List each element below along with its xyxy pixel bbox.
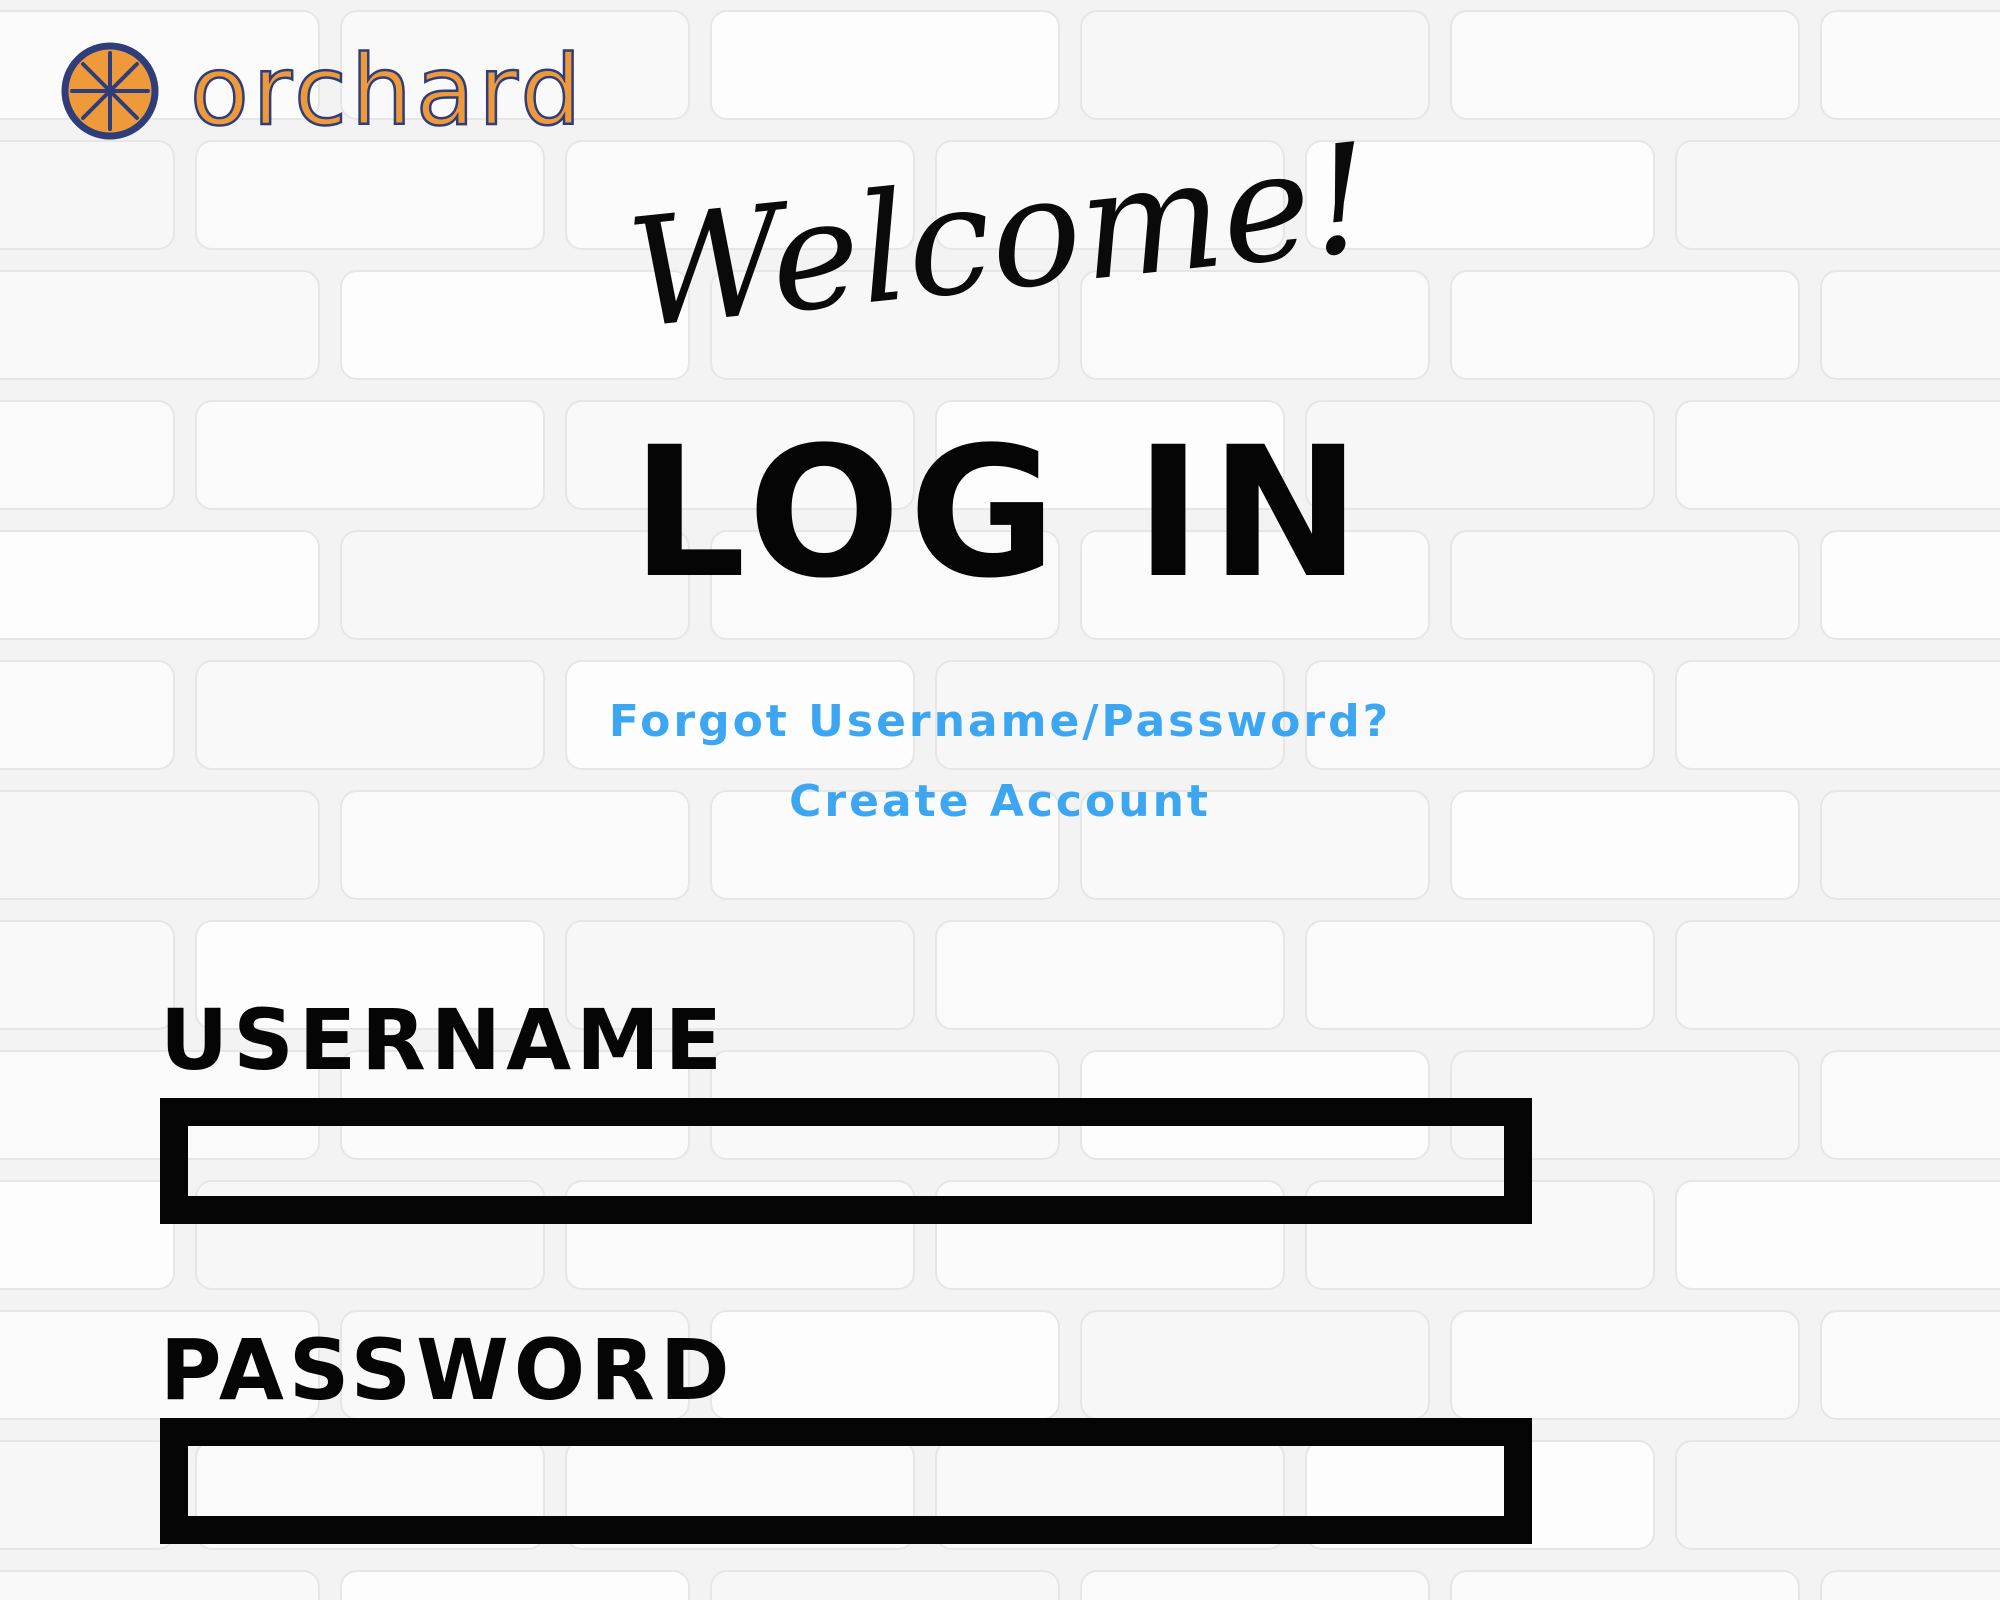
orchard-logo: orchard (60, 36, 585, 146)
brick (1675, 1440, 2000, 1550)
username-input[interactable] (160, 1098, 1532, 1224)
brand-name: orchard (189, 35, 586, 147)
brick (0, 1180, 175, 1290)
brick (1450, 1570, 1800, 1600)
create-account-link[interactable]: Create Account (0, 776, 2000, 829)
brick (1080, 1570, 1430, 1600)
brick (1820, 270, 2000, 380)
brick (1450, 270, 1800, 380)
orange-slice-icon (61, 42, 159, 140)
brick (1305, 920, 1655, 1030)
brick (340, 1570, 690, 1600)
brick (1820, 1050, 2000, 1160)
password-input[interactable] (160, 1418, 1532, 1544)
brick (710, 10, 1060, 120)
brick (1080, 1310, 1430, 1420)
brick (0, 1440, 175, 1550)
forgot-credentials-link[interactable]: Forgot Username/Password? (0, 696, 2000, 749)
brick (935, 920, 1285, 1030)
brick (0, 920, 175, 1030)
brick (710, 1310, 1060, 1420)
username-label: USERNAME (160, 991, 728, 1089)
brick (0, 1570, 320, 1600)
brick (1450, 1310, 1800, 1420)
brick (1820, 1570, 2000, 1600)
brick (1675, 1180, 2000, 1290)
password-label: PASSWORD (160, 1321, 735, 1419)
login-title: LOG IN (631, 409, 1369, 618)
brick (1675, 920, 2000, 1030)
brick (710, 1570, 1060, 1600)
brick (1820, 1310, 2000, 1420)
